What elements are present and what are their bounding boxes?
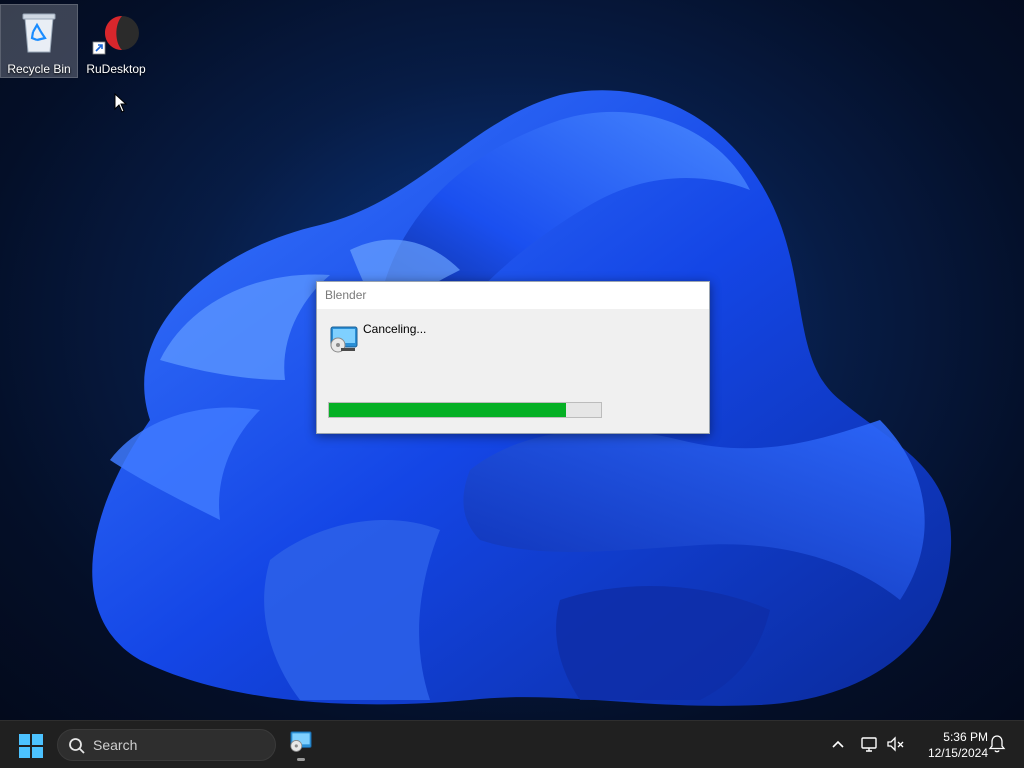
start-icon[interactable] <box>18 733 44 759</box>
desktop-icon-recycle-bin[interactable]: Recycle Bin <box>0 4 78 78</box>
network-icon[interactable] <box>860 734 880 754</box>
volume-muted-icon[interactable] <box>886 734 906 754</box>
taskbar-clock[interactable]: 5:36 PM 12/15/2024 <box>910 729 988 761</box>
dialog-status-text: Canceling... <box>363 322 427 336</box>
progress-bar <box>328 402 602 418</box>
clock-date: 12/15/2024 <box>927 746 988 760</box>
blender-dialog: Blender Canceling... <box>316 281 710 434</box>
installer-icon <box>290 731 312 752</box>
taskbar-search-box[interactable]: Search <box>57 729 276 761</box>
desktop-icon-label: Recycle Bin <box>7 62 71 76</box>
taskbar-app-installer[interactable] <box>285 727 317 761</box>
clock-time: 5:36 PM <box>943 730 988 744</box>
progress-fill <box>329 403 566 417</box>
mouse-cursor <box>114 93 128 113</box>
taskbar: Search 5:36 PM 12/15/2024 <box>0 720 1024 768</box>
running-indicator <box>297 758 305 761</box>
recycle-bin-icon <box>22 13 56 53</box>
dialog-title: Blender <box>317 282 709 309</box>
notification-bell-icon[interactable] <box>988 734 1006 754</box>
desktop-icon-label: RuDesktop <box>86 62 146 76</box>
chevron-up-icon[interactable] <box>830 734 846 754</box>
search-icon <box>69 738 85 754</box>
desktop-icon-rudesktop[interactable]: RuDesktop <box>78 5 154 77</box>
installer-icon <box>330 326 358 353</box>
desktop: Recycle Bin RuDesktop Blender Canceling.… <box>0 0 1024 720</box>
rudesktop-icon <box>92 16 139 55</box>
search-label: Search <box>93 737 138 753</box>
